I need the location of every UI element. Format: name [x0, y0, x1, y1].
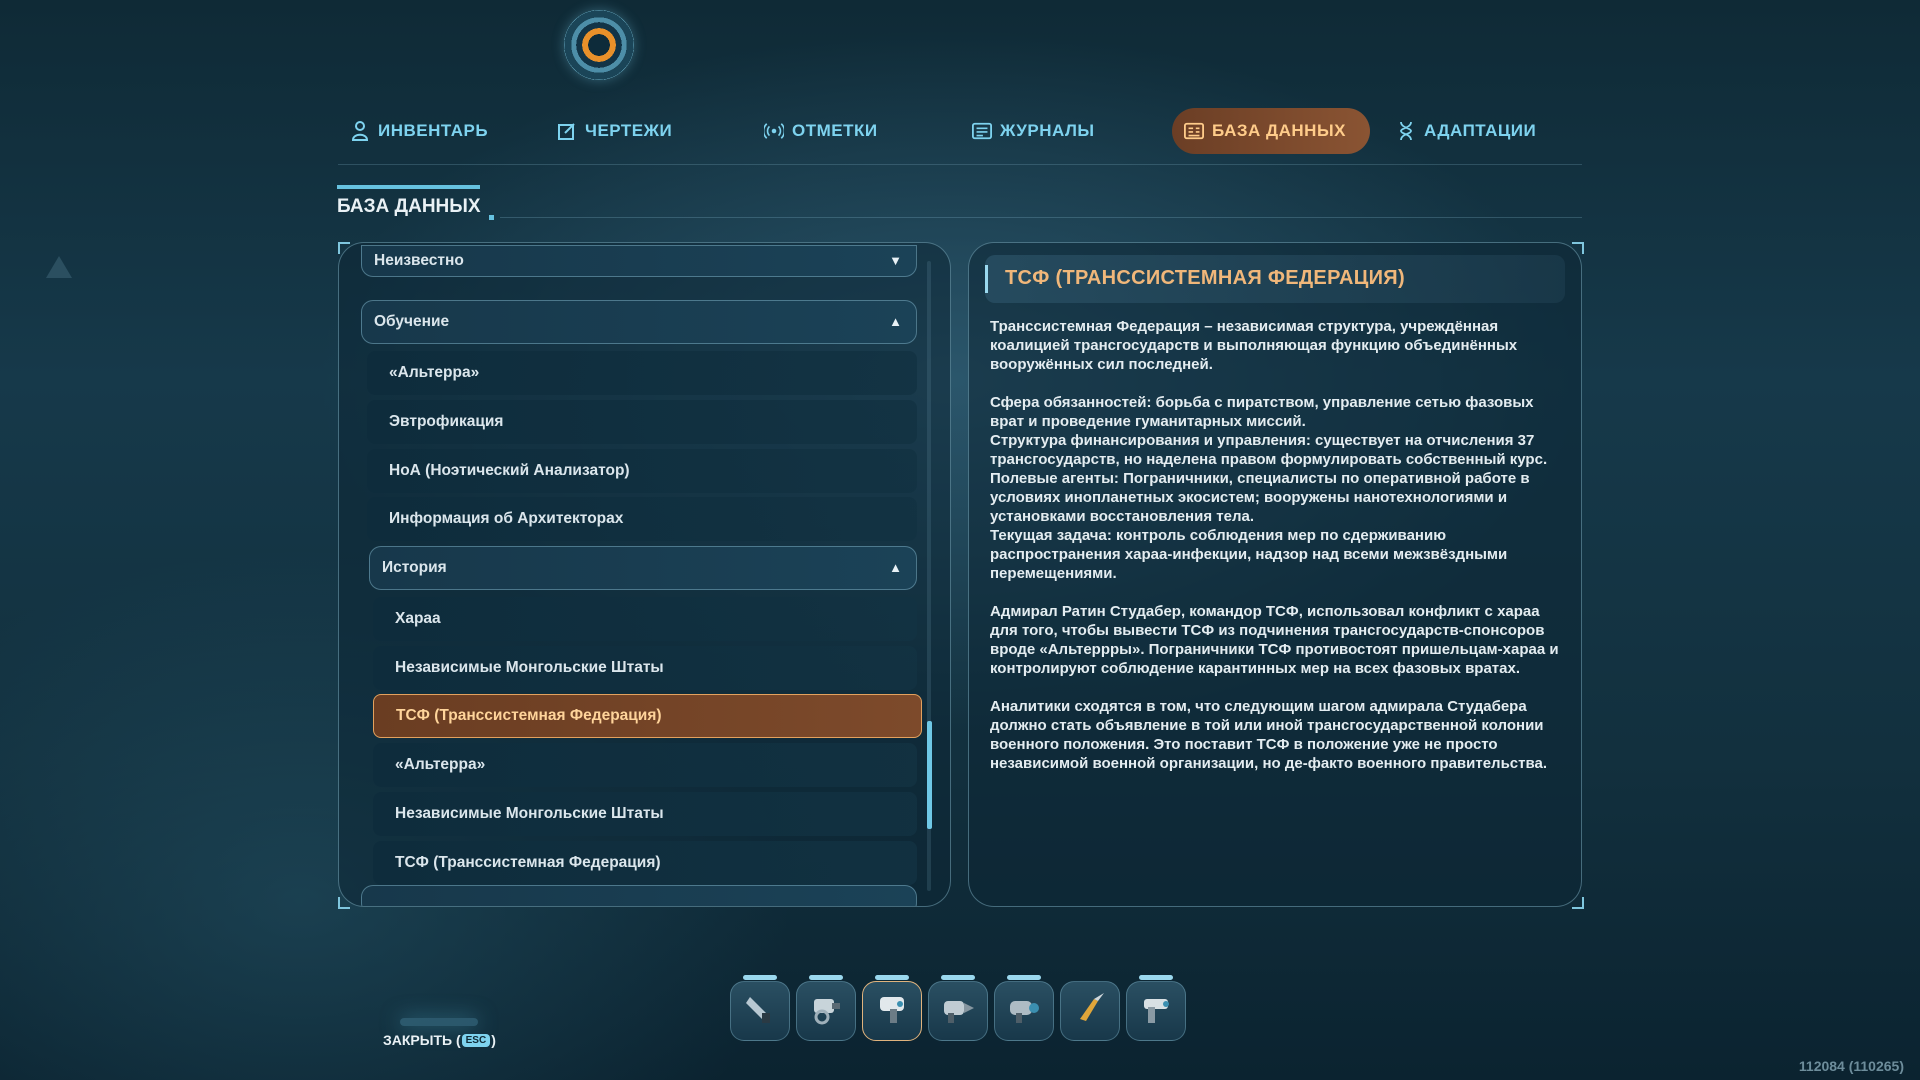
category-history[interactable]: История ▲ [369, 546, 917, 590]
scanner-tool-icon [740, 989, 780, 1033]
slot-indicator [941, 975, 975, 980]
pistol-tool-icon [1136, 989, 1176, 1033]
build-version: 112084 (110265) [1798, 1058, 1904, 1074]
list-scrollbar-thumb[interactable] [927, 721, 932, 829]
quick-slot-6[interactable] [1060, 981, 1120, 1041]
slot-indicator [875, 975, 909, 980]
propulsion-tool-icon [1004, 989, 1044, 1033]
list-item-label: Информация об Архитекторах [389, 510, 624, 527]
list-item-label: «Альтерра» [395, 756, 486, 773]
frame-corner [338, 897, 350, 909]
repair-tool-icon [806, 989, 846, 1033]
close-button[interactable]: ЗАКРЫТЬ ( ESC ) [383, 1032, 496, 1048]
tab-label: ОТМЕТКИ [792, 121, 878, 140]
list-item[interactable]: НоА (Ноэтический Анализатор) [367, 449, 917, 493]
database-list-panel: Неизвестно ▼ Обучение ▲ «Альтерра» Эвтро… [338, 242, 951, 907]
category-partial[interactable] [361, 885, 917, 906]
top-navigation: ИНВЕНТАРЬ ЧЕРТЕЖИ ОТМЕТКИ ЖУРНАЛЫ БАЗА Д… [338, 108, 1588, 164]
section-accent [337, 185, 480, 189]
tab-adaptations[interactable]: АДАПТАЦИИ [1384, 108, 1548, 154]
entry-paragraph: Сфера обязанностей: борьба с пиратством,… [990, 394, 1548, 582]
slot-indicator [1139, 975, 1173, 980]
list-item-label: НоА (Ноэтический Анализатор) [389, 462, 630, 479]
close-suffix: ) [491, 1032, 496, 1048]
entry-detail-panel: ТСФ (ТРАНССИСТЕМНАЯ ФЕДЕРАЦИЯ) Транссист… [968, 242, 1582, 907]
quick-slot-3[interactable] [862, 981, 922, 1041]
chevron-up-icon: ▲ [889, 314, 902, 329]
list-item[interactable]: Хараа [373, 597, 917, 641]
knife-tool-icon [1070, 989, 1110, 1033]
tab-blueprints[interactable]: ЧЕРТЕЖИ [545, 108, 684, 154]
frame-corner [338, 242, 350, 254]
category-unknown[interactable]: Неизвестно ▼ [361, 245, 917, 277]
entry-title: ТСФ (ТРАНССИСТЕМНАЯ ФЕДЕРАЦИЯ) [1005, 267, 1405, 289]
chevron-up-icon: ▲ [889, 560, 902, 575]
journal-icon [972, 121, 992, 141]
dna-icon [1396, 121, 1416, 141]
frame-corner [1572, 897, 1584, 909]
entry-paragraph: Аналитики сходятся в том, что следующим … [990, 698, 1548, 772]
list-item[interactable]: Независимые Монгольские Штаты [373, 792, 917, 836]
esc-key-badge: ESC [461, 1033, 491, 1047]
tab-label: ИНВЕНТАРЬ [378, 121, 489, 140]
quick-slot-4[interactable] [928, 981, 988, 1041]
category-label: Обучение [374, 313, 450, 330]
list-item[interactable]: Информация об Архитекторах [367, 497, 917, 541]
list-item-label: ТСФ (Транссистемная Федерация) [395, 854, 661, 871]
section-dot [489, 215, 494, 220]
slot-indicator [1007, 975, 1041, 980]
entry-paragraph: Адмирал Ратин Студабер, командор ТСФ, ис… [990, 603, 1559, 677]
person-icon [350, 121, 370, 141]
frame-corner [1572, 242, 1584, 254]
database-icon [1184, 121, 1204, 141]
tab-label: ЧЕРТЕЖИ [585, 121, 673, 140]
list-item-label: «Альтерра» [389, 364, 480, 381]
quick-slot-1[interactable] [730, 981, 790, 1041]
builder-tool-icon [872, 989, 912, 1033]
category-training[interactable]: Обучение ▲ [361, 300, 917, 344]
list-item-label: Эвтрофикация [389, 413, 504, 430]
tab-label: БАЗА ДАННЫХ [1212, 121, 1346, 140]
entry-header-accent [985, 265, 988, 293]
slot-indicator [809, 975, 843, 980]
entry-text: Транссистемная Федерация – независимая с… [990, 317, 1566, 792]
tab-database[interactable]: БАЗА ДАННЫХ [1172, 108, 1370, 154]
list-item[interactable]: Эвтрофикация [367, 400, 917, 444]
list-item[interactable]: «Альтерра» [373, 743, 917, 787]
list-item-label: Независимые Монгольские Штаты [395, 659, 664, 676]
entry-header: ТСФ (ТРАНССИСТЕМНАЯ ФЕДЕРАЦИЯ) [985, 255, 1565, 303]
list-item-label: Хараа [395, 610, 441, 627]
list-item-label: Независимые Монгольские Штаты [395, 805, 664, 822]
category-label: История [382, 559, 447, 576]
nav-divider [338, 164, 1582, 165]
tab-label: ЖУРНАЛЫ [1000, 121, 1095, 140]
entry-paragraph: Транссистемная Федерация – независимая с… [990, 318, 1518, 373]
section-rule [500, 217, 1582, 218]
list-item-label: ТСФ (Транссистемная Федерация) [396, 707, 662, 724]
quick-slot-5[interactable] [994, 981, 1054, 1041]
tab-label: АДАПТАЦИИ [1424, 121, 1537, 140]
blueprint-icon [557, 121, 577, 141]
close-highlight [400, 1018, 478, 1026]
slot-indicator [743, 975, 777, 980]
chevron-down-icon: ▼ [889, 253, 902, 268]
signal-icon [764, 121, 784, 141]
category-label: Неизвестно [374, 252, 464, 269]
drill-tool-icon [938, 989, 978, 1033]
tab-inventory[interactable]: ИНВЕНТАРЬ [338, 108, 500, 154]
list-item[interactable]: Независимые Монгольские Штаты [373, 646, 917, 690]
pda-logo-icon [564, 10, 634, 80]
list-item-selected[interactable]: ТСФ (Транссистемная Федерация) [373, 694, 922, 738]
close-label: ЗАКРЫТЬ ( [383, 1032, 461, 1048]
tab-markers[interactable]: ОТМЕТКИ [752, 108, 890, 154]
tab-journals[interactable]: ЖУРНАЛЫ [960, 108, 1107, 154]
quick-slot-bar [730, 975, 1190, 1045]
list-item[interactable]: «Альтерра» [367, 351, 917, 395]
section-title: БАЗА ДАННЫХ [337, 196, 481, 217]
list-item[interactable]: ТСФ (Транссистемная Федерация) [373, 841, 917, 885]
background-waypoint-marker [46, 256, 72, 278]
quick-slot-2[interactable] [796, 981, 856, 1041]
quick-slot-7[interactable] [1126, 981, 1186, 1041]
